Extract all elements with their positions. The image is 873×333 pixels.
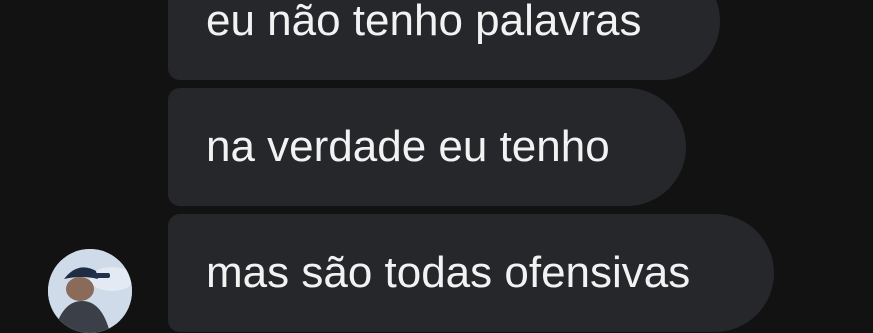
sender-avatar[interactable] — [48, 249, 132, 333]
message-text: eu não tenho palavras — [206, 0, 642, 45]
user-photo-icon — [48, 249, 132, 333]
message-bubble[interactable]: na verdade eu tenho — [168, 88, 686, 206]
message-text: na verdade eu tenho — [206, 122, 610, 171]
message-thread: eu não tenho palavras na verdade eu tenh… — [0, 0, 873, 333]
message-bubble[interactable]: eu não tenho palavras — [168, 0, 720, 80]
message-bubble[interactable]: mas são todas ofensivas — [168, 214, 774, 332]
message-text: mas são todas ofensivas — [206, 248, 691, 297]
